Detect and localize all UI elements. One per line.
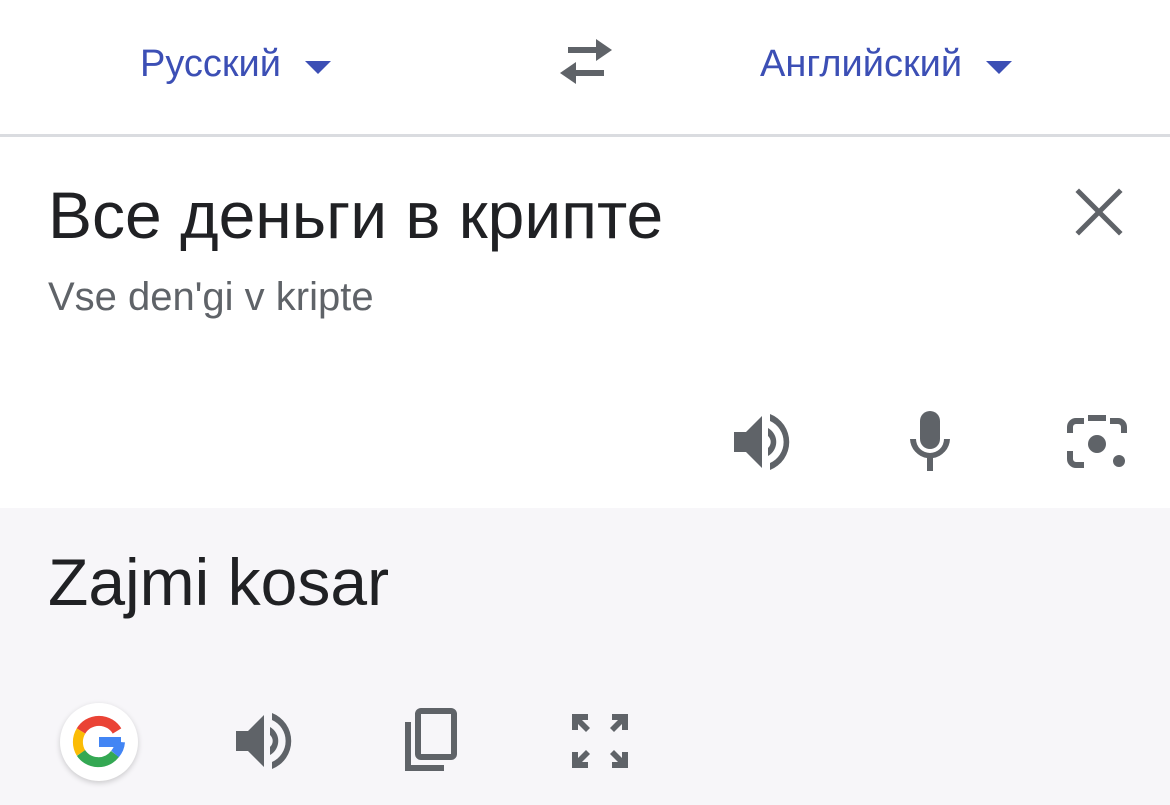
fullscreen-icon (572, 714, 628, 768)
google-search-button[interactable] (60, 703, 138, 781)
listen-source-button[interactable] (728, 411, 796, 473)
translation-result-panel: Zajmi kosar (0, 508, 1170, 805)
google-logo-icon (72, 715, 125, 768)
clear-text-button[interactable] (1068, 181, 1130, 243)
translate-app: Русский Английский Все деньги в крипте V… (0, 0, 1170, 805)
swap-languages-button[interactable] (548, 30, 624, 96)
fullscreen-button[interactable] (566, 708, 634, 774)
source-panel: Все деньги в крипте Vse den'gi v kripte (0, 137, 1170, 508)
transliteration-text: Vse den'gi v kripte (48, 275, 374, 319)
source-text-input[interactable]: Все деньги в крипте (48, 177, 663, 253)
speaker-icon (734, 414, 790, 470)
swap-languages-icon (560, 39, 612, 84)
listen-translation-button[interactable] (230, 710, 298, 772)
camera-button[interactable] (1062, 409, 1132, 475)
language-bar: Русский Английский (0, 0, 1170, 137)
source-language-label: Русский (140, 42, 281, 85)
camera-lens-icon (1067, 415, 1127, 468)
copy-translation-button[interactable] (398, 704, 464, 776)
translation-text: Zajmi kosar (48, 545, 390, 619)
microphone-button[interactable] (900, 407, 960, 477)
microphone-icon (910, 411, 950, 471)
target-language-selector[interactable]: Английский (760, 36, 1013, 92)
target-language-label: Английский (760, 42, 963, 85)
chevron-down-icon (305, 60, 331, 74)
speaker-icon (236, 713, 292, 769)
chevron-down-icon (986, 60, 1013, 74)
close-icon (1075, 188, 1123, 236)
copy-icon (405, 708, 457, 771)
source-language-selector[interactable]: Русский (140, 36, 331, 92)
